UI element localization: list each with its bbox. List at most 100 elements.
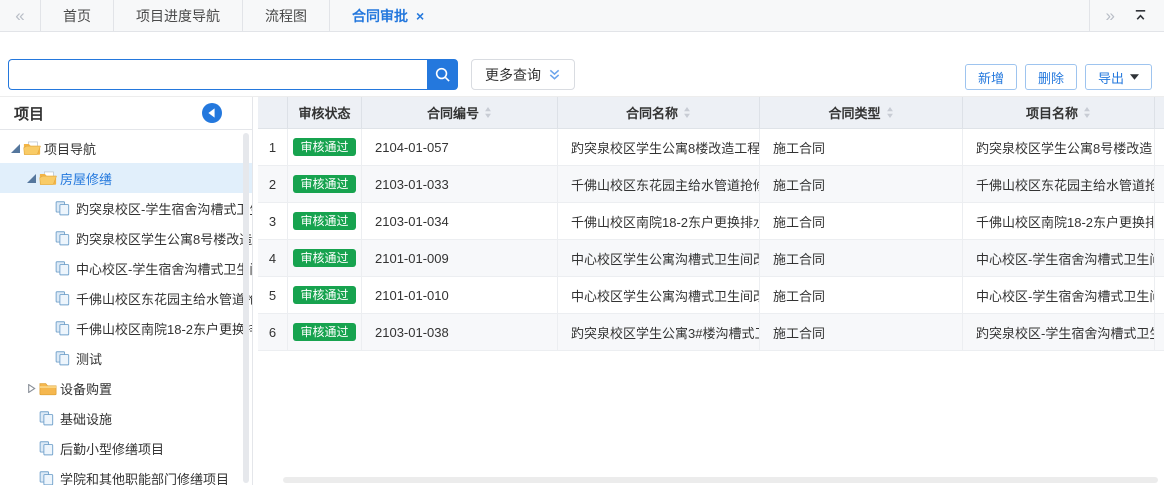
tree-item-6[interactable]: 千佛山校区东花园主给水管道抢修 [0,283,252,313]
search-icon [434,66,451,83]
contract-type-cell: 施工合同 [760,129,963,165]
tree-item-7[interactable]: 千佛山校区南院18-2东户更换排水管 [0,313,252,343]
pages-icon [55,261,76,276]
tab-label: 合同审批 [352,6,408,26]
tree-item-label: 设备购置 [60,379,112,398]
caret-down-icon [1130,74,1139,80]
add-button[interactable]: 新增 [965,64,1017,90]
contract-number-cell: 2103-01-038 [362,314,558,350]
table-row-3[interactable]: 3审核通过2103-01-034千佛山校区南院18-2东户更换排水管施工合同千佛… [258,203,1164,240]
contract-type-cell: 施工合同 [760,166,963,202]
contract-number-cell: 2103-01-033 [362,166,558,202]
tab-4[interactable]: 合同审批 × [329,0,446,31]
table-row-2[interactable]: 2审核通过2103-01-033千佛山校区东花园主给水管道抢修施工合同千佛山校区… [258,166,1164,203]
column-header-4[interactable]: 合同名称 [558,97,760,128]
contract-name-cell: 趵突泉校区学生公寓3#楼沟槽式卫生间 [558,314,760,350]
contract-type-cell: 施工合同 [760,240,963,276]
column-header-label: 合同编号 [427,103,479,122]
tree-item-1[interactable]: 项目导航 [0,133,252,163]
project-tree-panel: 项目 项目导航房屋修缮趵突泉校区-学生宿舍沟槽式卫生间改造趵突泉校区学生公寓8号… [0,97,253,485]
column-header-5[interactable]: 合同类型 [760,97,963,128]
sort-icon [1083,107,1091,118]
row-number-cell: 2 [258,166,288,202]
tab-label: 流程图 [265,6,307,26]
column-header-6[interactable]: 项目名称 [963,97,1155,128]
collapse-panel-button[interactable] [202,103,222,123]
tab-1[interactable]: 首页 × [40,0,113,31]
status-badge: 审核通过 [293,212,355,230]
contracts-table: 审核状态 合同编号 合同名称合同类型 项目名称 1审核通过2104-01-057趵突泉… [258,97,1164,485]
tree-item-10[interactable]: 基础设施 [0,403,252,433]
tree-item-3[interactable]: 趵突泉校区-学生宿舍沟槽式卫生间改造 [0,193,252,223]
collapse-tabbar-icon[interactable] [1133,8,1148,23]
contract-name-cell: 千佛山校区东花园主给水管道抢修 [558,166,760,202]
pages-icon [55,231,76,246]
pages-icon [55,291,76,306]
row-number-cell: 5 [258,277,288,313]
tree-item-2[interactable]: 房屋修缮 [0,163,252,193]
delete-button[interactable]: 删除 [1025,64,1077,90]
pages-icon [55,321,76,336]
tree-expanded-arrow-icon[interactable] [24,174,39,183]
tab-3[interactable]: 流程图 × [242,0,329,31]
tree-item-12[interactable]: 学院和其他职能部门修缮项目 [0,463,252,485]
tree-item-label: 中心校区-学生宿舍沟槽式卫生间改造 [76,259,252,278]
sort-icon [484,107,492,118]
audit-status-cell: 审核通过 [288,203,362,239]
tree-item-label: 房屋修缮 [60,169,112,188]
contract-name-cell: 中心校区学生公寓沟槽式卫生间改造 [558,277,760,313]
contract-type-cell: 施工合同 [760,277,963,313]
tree-expanded-arrow-icon[interactable] [8,144,23,153]
tree-item-11[interactable]: 后勤小型修缮项目 [0,433,252,463]
pages-icon [39,471,60,485]
tree-panel-header: 项目 [0,97,252,130]
action-buttons: 新增 删除 导出 [965,64,1152,90]
tree-item-label: 项目导航 [44,139,96,158]
row-number-cell: 3 [258,203,288,239]
tree-item-9[interactable]: 设备购置 [0,373,252,403]
scroll-tabs-right-icon[interactable]: » [1106,6,1115,26]
search-input[interactable] [8,59,427,90]
tab-label: 首页 [63,6,91,26]
tab-label: 项目进度导航 [136,6,220,26]
table-row-6[interactable]: 6审核通过2103-01-038趵突泉校区学生公寓3#楼沟槽式卫生间施工合同趵突… [258,314,1164,351]
tree-item-5[interactable]: 中心校区-学生宿舍沟槽式卫生间改造 [0,253,252,283]
column-header-label: 项目名称 [1026,103,1078,122]
more-query-button[interactable]: 更多查询 [471,59,575,90]
table-row-4[interactable]: 4审核通过2101-01-009中心校区学生公寓沟槽式卫生间改造施工合同中心校区… [258,240,1164,277]
tab-close-icon[interactable]: × [416,9,424,23]
status-badge: 审核通过 [293,138,355,156]
table-row-5[interactable]: 5审核通过2101-01-010中心校区学生公寓沟槽式卫生间改造施工合同中心校区… [258,277,1164,314]
column-header-2: 审核状态 [288,97,362,128]
contract-name-cell: 中心校区学生公寓沟槽式卫生间改造 [558,240,760,276]
contract-number-cell: 2103-01-034 [362,203,558,239]
row-number-header [258,97,288,128]
table-row-1[interactable]: 1审核通过2104-01-057趵突泉校区学生公寓8楼改造工程施工合同趵突泉校区… [258,129,1164,166]
export-button[interactable]: 导出 [1085,64,1152,90]
tree-collapsed-arrow-icon[interactable] [24,384,39,393]
main-content: 项目 项目导航房屋修缮趵突泉校区-学生宿舍沟槽式卫生间改造趵突泉校区学生公寓8号… [0,97,1164,485]
status-badge: 审核通过 [293,249,355,267]
column-header-label: 审核状态 [298,103,350,122]
column-header-3[interactable]: 合同编号 [362,97,558,128]
tab-2[interactable]: 项目进度导航 × [113,0,242,31]
tab-bar-right: » [1089,0,1164,31]
tree-item-4[interactable]: 趵突泉校区学生公寓8号楼改造 [0,223,252,253]
project-name-cell: 中心校区-学生宿舍沟槽式卫生间改造 [963,240,1155,276]
search-button[interactable] [427,59,458,90]
tab-bar: « 首页 × 项目进度导航 × 流程图 × 合同审批 × » [0,0,1164,32]
status-badge: 审核通过 [293,286,355,304]
pages-icon [39,441,60,456]
tree-item-label: 测试 [76,349,102,368]
tree-item-label: 千佛山校区东花园主给水管道抢修 [76,289,252,308]
tree-vertical-scrollbar[interactable] [243,133,249,483]
project-name-cell: 千佛山校区南院18-2东户更换排水管 [963,203,1155,239]
export-button-label: 导出 [1098,68,1124,87]
more-query-label: 更多查询 [485,65,541,85]
contract-number-cell: 2101-01-010 [362,277,558,313]
folder-closed-icon [39,381,60,396]
audit-status-cell: 审核通过 [288,166,362,202]
scroll-tabs-left-icon[interactable]: « [0,0,40,31]
tree-item-8[interactable]: 测试 [0,343,252,373]
table-horizontal-scrollbar[interactable] [283,477,1158,483]
